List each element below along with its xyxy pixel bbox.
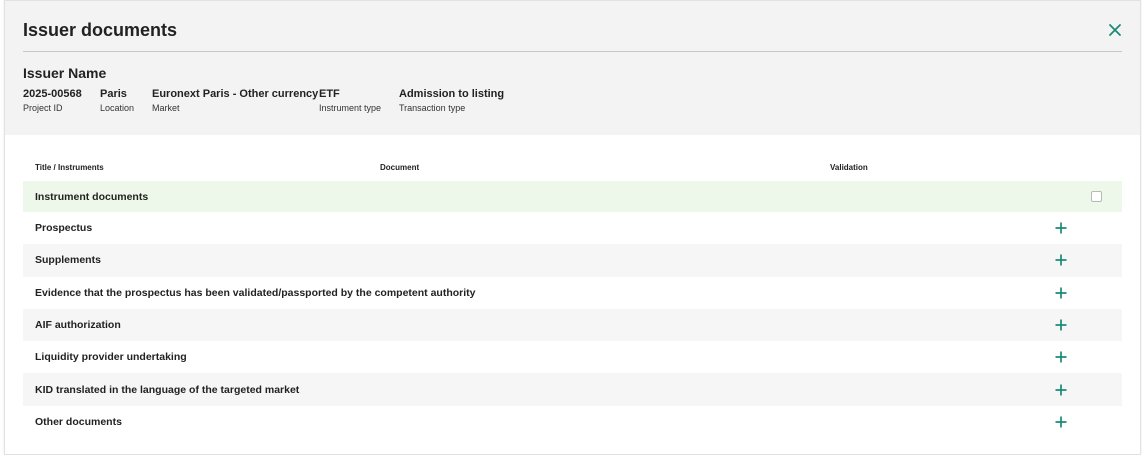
issuer-documents-dialog: Issuer documents Issuer Name 2025-00568 … — [4, 0, 1141, 455]
meta-label: Instrument type — [319, 103, 382, 113]
row-label: KID translated in the language of the ta… — [35, 383, 300, 396]
meta-label: Location — [100, 103, 135, 113]
plus-icon[interactable] — [1054, 286, 1068, 300]
row-label: Prospectus — [35, 222, 93, 235]
row-label: AIF authorization — [35, 319, 121, 332]
table-row: AIF authorization — [23, 308, 1122, 342]
dialog-header: Issuer documents Issuer Name 2025-00568 … — [5, 1, 1140, 135]
meta-label: Market — [152, 103, 180, 113]
meta-value: ETF — [319, 88, 340, 100]
row-label: Liquidity provider undertaking — [35, 351, 187, 364]
column-header-title: Title / Instruments — [35, 163, 104, 172]
group-row: Instrument documents — [23, 181, 1122, 212]
table-row: Prospectus — [23, 212, 1122, 244]
documents-table: Instrument documents Prospectus Suppleme… — [23, 181, 1122, 438]
header-divider — [23, 51, 1122, 52]
meta-value: Admission to listing — [399, 88, 505, 100]
row-label: Evidence that the prospectus has been va… — [35, 286, 476, 299]
table-row: Supplements — [23, 244, 1122, 277]
select-all-checkbox[interactable] — [1091, 191, 1102, 202]
meta-project-id: 2025-00568 Project ID — [23, 88, 82, 113]
plus-icon[interactable] — [1054, 350, 1068, 364]
table-row: Liquidity provider undertaking — [23, 341, 1122, 373]
row-label: Supplements — [35, 254, 101, 267]
plus-icon[interactable] — [1054, 415, 1068, 429]
row-label: Other documents — [35, 415, 122, 428]
meta-label: Project ID — [23, 103, 63, 113]
meta-market: Euronext Paris - Other currency Market — [152, 88, 318, 113]
group-row-label: Instrument documents — [35, 190, 149, 203]
plus-icon[interactable] — [1054, 318, 1068, 332]
meta-value: Euronext Paris - Other currency — [152, 88, 319, 100]
meta-value: Paris — [100, 88, 127, 100]
column-header-document: Document — [380, 163, 420, 172]
meta-location: Paris Location — [100, 88, 134, 113]
dialog-title: Issuer documents — [23, 20, 178, 40]
meta-value: 2025-00568 — [23, 88, 82, 100]
table-row: Other documents — [23, 406, 1122, 438]
meta-transaction-type: Admission to listing Transaction type — [399, 88, 504, 113]
column-header-validation: Validation — [830, 163, 868, 172]
meta-label: Transaction type — [399, 103, 466, 113]
plus-icon[interactable] — [1054, 253, 1068, 267]
meta-instrument-type: ETF Instrument type — [319, 88, 381, 113]
table-row: Evidence that the prospectus has been va… — [23, 277, 1122, 309]
close-icon[interactable] — [1106, 21, 1124, 39]
plus-icon[interactable] — [1054, 383, 1068, 397]
plus-icon[interactable] — [1054, 221, 1068, 235]
issuer-name: Issuer Name — [23, 65, 107, 81]
table-row: KID translated in the language of the ta… — [23, 373, 1122, 406]
